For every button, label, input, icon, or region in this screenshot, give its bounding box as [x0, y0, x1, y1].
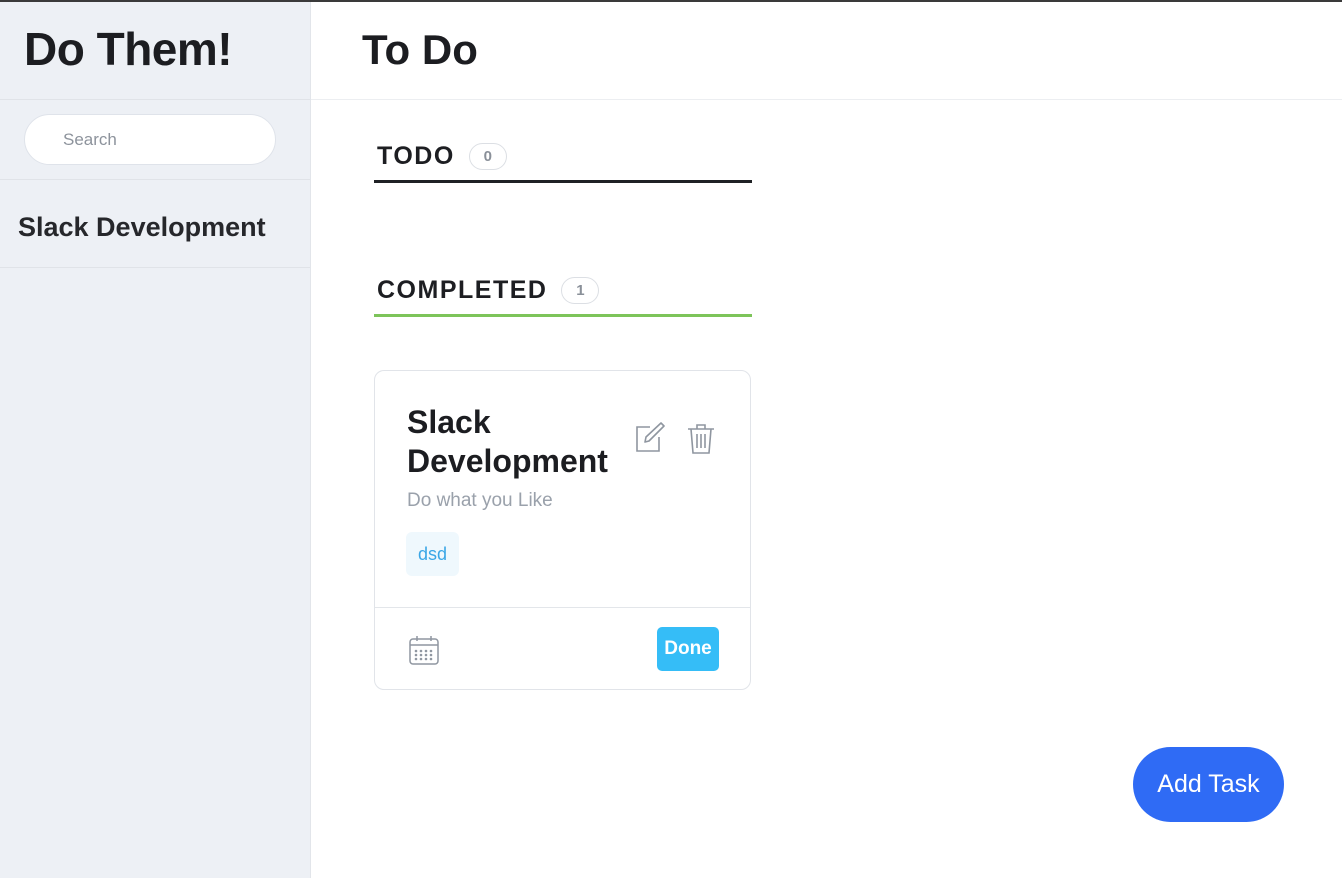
edit-icon[interactable] [633, 421, 665, 458]
todo-section-title: TODO [377, 141, 455, 170]
todo-count-badge: 0 [468, 142, 507, 170]
sidebar-item-label: Slack Development [18, 212, 266, 242]
task-card: Slack Development Do what you Like dsd D… [374, 370, 751, 690]
search-container [0, 100, 310, 180]
task-description: Do what you Like [407, 490, 553, 511]
calendar-icon[interactable] [408, 634, 440, 671]
completed-section-title: COMPLETED [377, 275, 548, 304]
todo-section-underline [374, 180, 752, 183]
completed-count-badge: 1 [561, 276, 600, 304]
completed-section-underline [374, 314, 752, 317]
completed-section-header: COMPLETED 1 [374, 266, 752, 314]
todo-section-header: TODO 0 [374, 132, 752, 180]
app-title: Do Them! [24, 23, 233, 75]
sidebar: Do Them! Slack Development [0, 2, 311, 878]
done-button[interactable]: Done [657, 627, 719, 671]
task-card-footer: Done [375, 607, 750, 689]
search-input[interactable] [24, 114, 276, 165]
completed-section: COMPLETED 1 [374, 266, 752, 317]
todo-section: TODO 0 [374, 132, 752, 183]
page-title: To Do [362, 26, 478, 73]
task-tag[interactable]: dsd [406, 532, 460, 576]
sidebar-header: Do Them! [0, 2, 310, 100]
add-task-button[interactable]: Add Task [1133, 747, 1284, 822]
trash-icon[interactable] [687, 423, 715, 460]
main-header: To Do [311, 2, 1342, 100]
task-title: Slack Development [407, 404, 608, 479]
sidebar-item-slack-development[interactable]: Slack Development [0, 180, 310, 268]
